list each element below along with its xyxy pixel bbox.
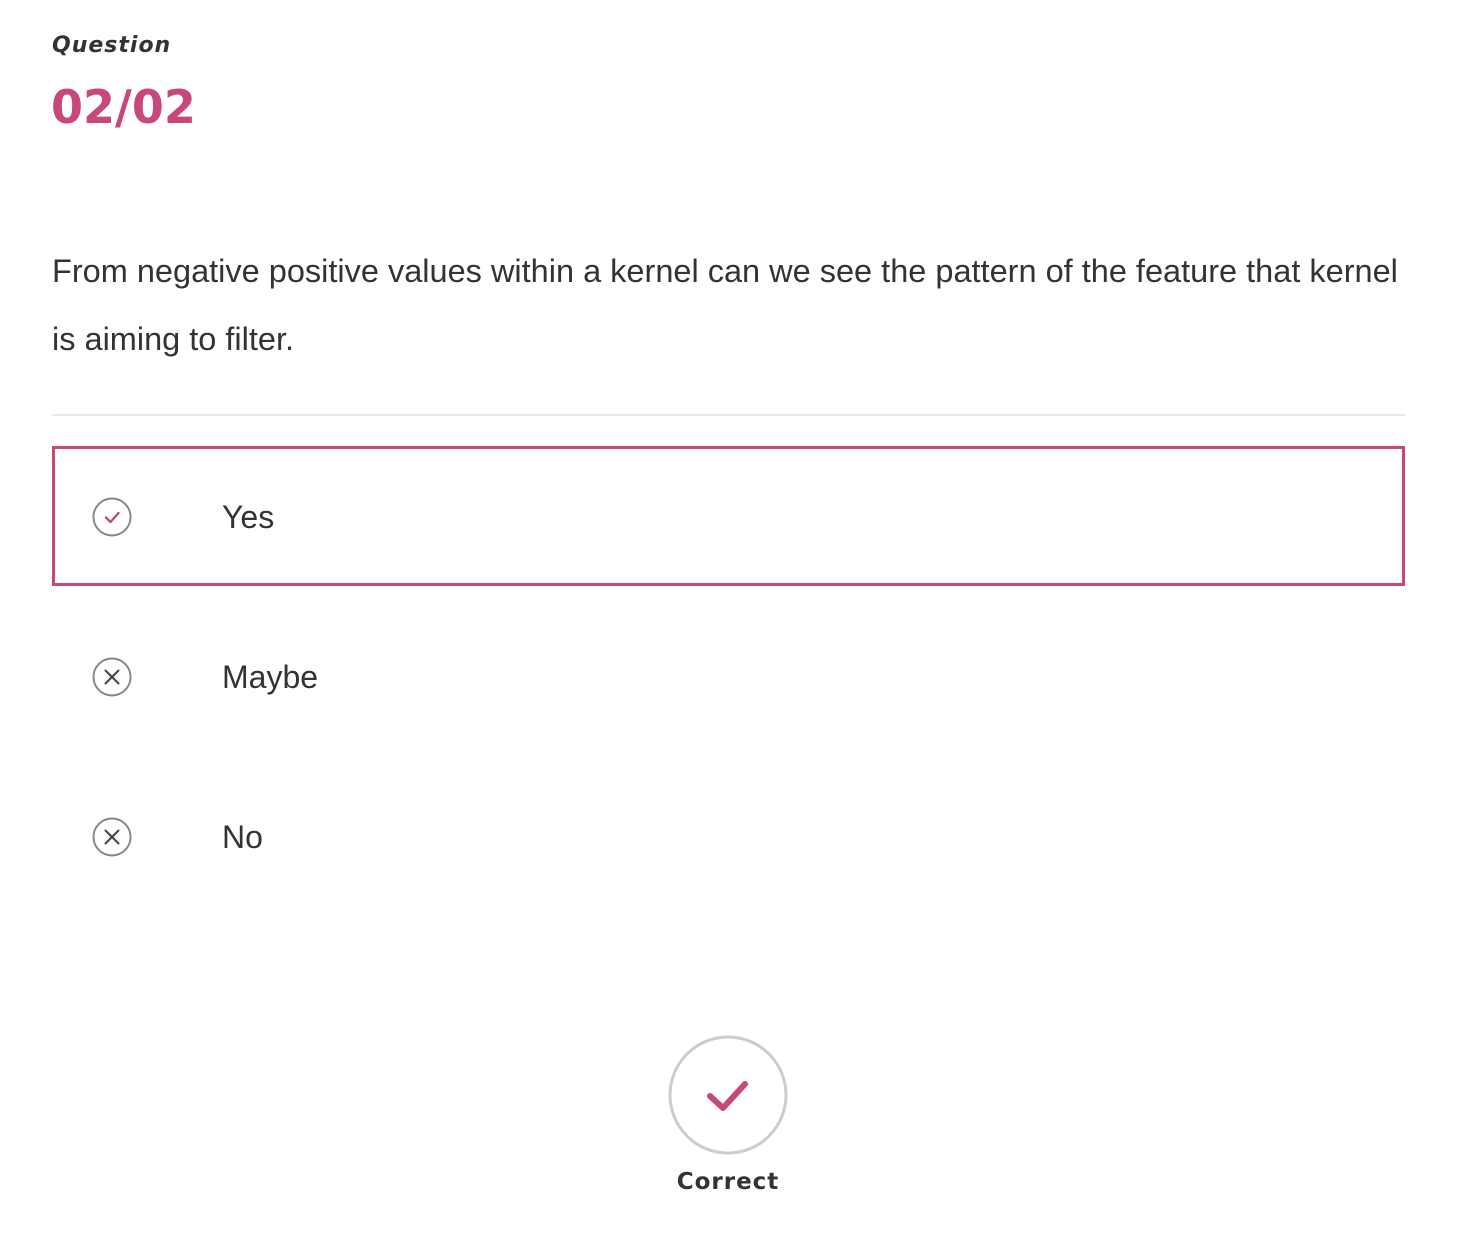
- option-label: No: [222, 819, 263, 855]
- option-label: Maybe: [222, 659, 319, 695]
- check-icon: [668, 1035, 788, 1155]
- result-panel: Correct: [0, 1035, 1478, 1215]
- check-circle-icon: [92, 497, 132, 537]
- question-counter: 02/02: [51, 80, 196, 134]
- option-no[interactable]: No: [52, 766, 1405, 906]
- question-label: Question: [52, 33, 172, 58]
- x-circle-icon: [92, 657, 132, 697]
- option-label: Yes: [222, 499, 275, 535]
- option-maybe[interactable]: Maybe: [52, 606, 1405, 746]
- divider: [52, 414, 1405, 416]
- x-circle-icon: [92, 817, 132, 857]
- option-yes[interactable]: Yes: [52, 446, 1405, 586]
- result-label: Correct: [676, 1169, 780, 1195]
- question-text: From negative positive values within a k…: [52, 253, 1398, 357]
